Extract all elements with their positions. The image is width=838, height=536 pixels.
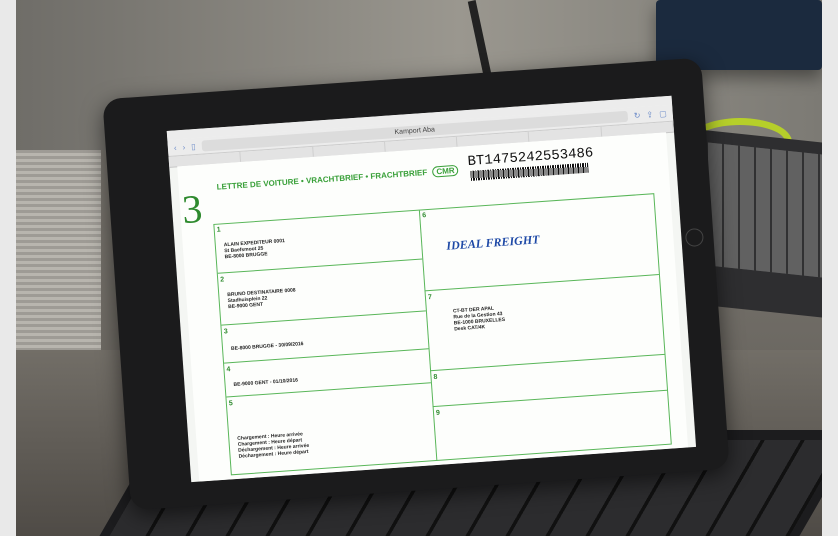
sender-block: ALAIN EXPEDITEUR 0001 St Baefsmoot 25 BE…	[223, 238, 286, 261]
share-icon[interactable]: ⇪	[646, 110, 653, 119]
cell-5-number: 5	[228, 400, 234, 408]
timings-block: Chargement : Heure arrivée Chargement : …	[237, 431, 310, 460]
status-right	[666, 96, 667, 105]
grid-divider	[418, 210, 438, 461]
photo: ‹ › ▯ Kamport Aba ↻ ⇪ ▢ 3 LETTRE DE VOIT…	[16, 0, 822, 536]
row-divider	[224, 348, 429, 364]
home-button[interactable]	[684, 227, 705, 248]
status-left	[173, 131, 174, 140]
document-title: LETTRE DE VOITURE • VRACHTBRIEF • FRACHT…	[216, 164, 459, 193]
cell-9-number: 9	[435, 409, 441, 417]
cell-6-number: 6	[422, 212, 427, 220]
cmr-badge: CMR	[432, 164, 459, 178]
cell-1-number: 1	[216, 226, 221, 234]
row-divider	[424, 274, 659, 292]
cell-7-number: 7	[427, 293, 433, 302]
forward-icon[interactable]: ›	[182, 142, 185, 151]
row-divider	[217, 258, 423, 274]
cell-3-number: 3	[223, 328, 229, 336]
document-title-text: LETTRE DE VOITURE • VRACHTBRIEF • FRACHT…	[216, 167, 428, 192]
bookmarks-icon[interactable]: ▯	[191, 142, 196, 151]
cell-2-number: 2	[220, 276, 225, 284]
carrier-logo: IDEAL FREIGHT	[445, 232, 540, 253]
form-number: 3	[180, 185, 204, 233]
consignee-block: BRUNO DESTINATAIRE 0008 Stadhuisplein 22…	[227, 287, 296, 311]
tablet: ‹ › ▯ Kamport Aba ↻ ⇪ ▢ 3 LETTRE DE VOIT…	[102, 57, 730, 511]
row-divider	[432, 389, 668, 408]
paper-stack	[16, 150, 101, 380]
cmr-document: 3 LETTRE DE VOITURE • VRACHTBRIEF • FRAC…	[177, 132, 689, 482]
row-divider	[430, 353, 665, 372]
cell-4-number: 4	[226, 366, 231, 374]
reload-icon[interactable]: ↻	[633, 110, 640, 119]
tabs-icon[interactable]: ▢	[659, 109, 667, 119]
form-grid: 1 ALAIN EXPEDITEUR 0001 St Baefsmoot 25 …	[213, 193, 672, 476]
tablet-screen: ‹ › ▯ Kamport Aba ↻ ⇪ ▢ 3 LETTRE DE VOIT…	[166, 95, 697, 483]
delivery-place: BE-9000 GENT - 01/10/2016	[233, 377, 299, 388]
cell-8-number: 8	[433, 373, 438, 381]
row-divider	[221, 310, 426, 326]
back-icon[interactable]: ‹	[174, 143, 177, 152]
carrier-address: CT-BT DER APAL Rue de la Gestion 43 BE-1…	[452, 305, 506, 333]
loading-place: BE-8000 BRUGGE - 30/09/2016	[230, 341, 304, 353]
